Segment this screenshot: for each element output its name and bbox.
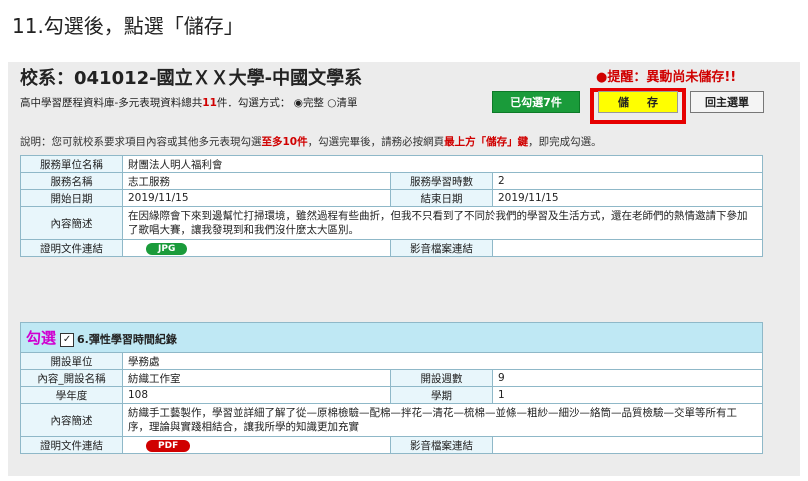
description-value: 紡織手工藝製作，學習並詳細了解了從—原棉檢驗—配棉—拌花—清花—梳棉—並條—粗紗… — [121, 403, 764, 437]
table-row: 證明文件連結 JPG 影音檔案連結 — [20, 239, 764, 257]
note-part: ，即完成勾選。 — [528, 136, 602, 148]
instruction-note: 說明：您可就校系要求項目內容或其他多元表現勾選至多10件，勾選完畢後，請務必按網… — [20, 134, 602, 149]
checked-count-button[interactable]: 已勾選7件 — [492, 91, 580, 113]
school-year-label: 學年度 — [20, 386, 123, 404]
service-record-table: 服務單位名稱 財團法人明人福利會 服務名稱 志工服務 服務學習時數 2 開始日期… — [20, 155, 764, 257]
table-row: 內容簡述 紡織手工藝製作，學習並詳細了解了從—原棉檢驗—配棉—拌花—清花—梳棉—… — [20, 403, 764, 437]
total-count: 11 — [202, 97, 217, 109]
service-hours-value: 2 — [491, 172, 764, 190]
description-label: 內容簡述 — [20, 403, 123, 437]
radio-full[interactable]: ◉ — [294, 97, 303, 109]
term-label: 學期 — [390, 386, 493, 404]
service-name-value: 志工服務 — [122, 172, 391, 190]
start-date-label: 開始日期 — [20, 189, 123, 207]
radio-list-label: 清單 — [336, 97, 358, 109]
radio-full-label: 完整 — [302, 97, 324, 109]
course-name-value: 紡織工作室 — [122, 369, 391, 387]
media-link-label: 影音檔案連結 — [390, 436, 493, 454]
weeks-label: 開設週數 — [390, 369, 493, 387]
step-title: 11.勾選後，點選「儲存」 — [12, 14, 244, 38]
table-row: 學年度 108 學期 1 — [20, 386, 764, 404]
note-limit: 至多10件 — [261, 136, 308, 148]
table-row: 開始日期 2019/11/15 結束日期 2019/11/15 — [20, 189, 764, 207]
subinfo-prefix: 高中學習歷程資料庫-多元表現資料總共 — [20, 97, 203, 109]
host-unit-value: 學務處 — [121, 352, 764, 370]
proof-link-label: 證明文件連結 — [20, 436, 123, 454]
media-link-label: 影音檔案連結 — [390, 239, 493, 257]
unit-value: 財團法人明人福利會 — [121, 155, 764, 173]
proof-link-cell: PDF — [122, 436, 391, 454]
section-header-cell: 勾選 ✓ 6.彈性學習時間紀錄 — [19, 322, 764, 353]
check-label: 勾選 — [26, 329, 57, 347]
department-title: 校系：041012-國立ＸＸ大學-中國文學系 — [20, 68, 363, 89]
table-row: 證明文件連結 PDF 影音檔案連結 — [20, 436, 764, 454]
jpg-link-badge[interactable]: JPG — [146, 242, 188, 255]
weeks-value: 9 — [491, 369, 764, 387]
portfolio-panel: 校系：041012-國立ＸＸ大學-中國文學系 ●提醒：異動尚未儲存!! 高中學習… — [8, 62, 800, 476]
main-menu-button[interactable]: 回主選單 — [690, 91, 764, 113]
table-row: 內容簡述 在因緣際會下來到邊幫忙打掃環境，雖然過程有些曲折，但我不只看到了不同於… — [20, 206, 764, 240]
subinfo-suffix: 件．勾選方式： — [216, 97, 291, 109]
save-button[interactable]: 儲存 — [598, 91, 678, 113]
end-date-value: 2019/11/15 — [491, 189, 764, 207]
end-date-label: 結束日期 — [390, 189, 493, 207]
proof-link-cell: JPG — [122, 239, 391, 257]
panel-header: 校系：041012-國立ＸＸ大學-中國文學系 ●提醒：異動尚未儲存!! 高中學習… — [8, 62, 800, 124]
section-header: 勾選 ✓ 6.彈性學習時間紀錄 — [19, 322, 764, 353]
selection-info: 高中學習歷程資料庫-多元表現資料總共11件．勾選方式： ◉完整 ○清單 — [20, 95, 357, 110]
course-name-label: 內容_開設名稱 — [20, 369, 123, 387]
service-hours-label: 服務學習時數 — [390, 172, 493, 190]
term-value: 1 — [491, 386, 764, 404]
note-save-hint: 最上方「儲存」鍵 — [444, 136, 529, 148]
table-row: 服務單位名稱 財團法人明人福利會 — [20, 155, 764, 173]
section-title: 6.彈性學習時間紀錄 — [77, 333, 177, 346]
host-unit-label: 開設單位 — [20, 352, 123, 370]
table-row: 內容_開設名稱 紡織工作室 開設週數 9 — [20, 369, 764, 387]
school-year-value: 108 — [122, 386, 391, 404]
description-value: 在因緣際會下來到邊幫忙打掃環境，雖然過程有些曲折，但我不只看到了不同於我們的學習… — [121, 206, 764, 240]
table-row: 服務名稱 志工服務 服務學習時數 2 — [20, 172, 764, 190]
start-date-value: 2019/11/15 — [122, 189, 391, 207]
note-part: 說明：您可就校系要求項目內容或其他多元表現勾選 — [20, 136, 262, 148]
description-label: 內容簡述 — [20, 206, 123, 240]
flexible-learning-table: 勾選 ✓ 6.彈性學習時間紀錄 開設單位 學務處 內容_開設名稱 紡織工作室 開設週… — [19, 322, 764, 454]
unit-label: 服務單位名稱 — [20, 155, 123, 173]
pdf-link-badge[interactable]: PDF — [146, 439, 191, 452]
select-checkbox[interactable]: ✓ — [60, 333, 75, 347]
media-link-value — [491, 239, 764, 257]
media-link-value — [491, 436, 764, 454]
table-row: 開設單位 學務處 — [20, 352, 764, 370]
unsaved-reminder: ●提醒：異動尚未儲存!! — [596, 70, 737, 85]
proof-link-label: 證明文件連結 — [20, 239, 123, 257]
service-name-label: 服務名稱 — [20, 172, 123, 190]
note-part: ，勾選完畢後，請務必按網頁 — [307, 136, 445, 148]
